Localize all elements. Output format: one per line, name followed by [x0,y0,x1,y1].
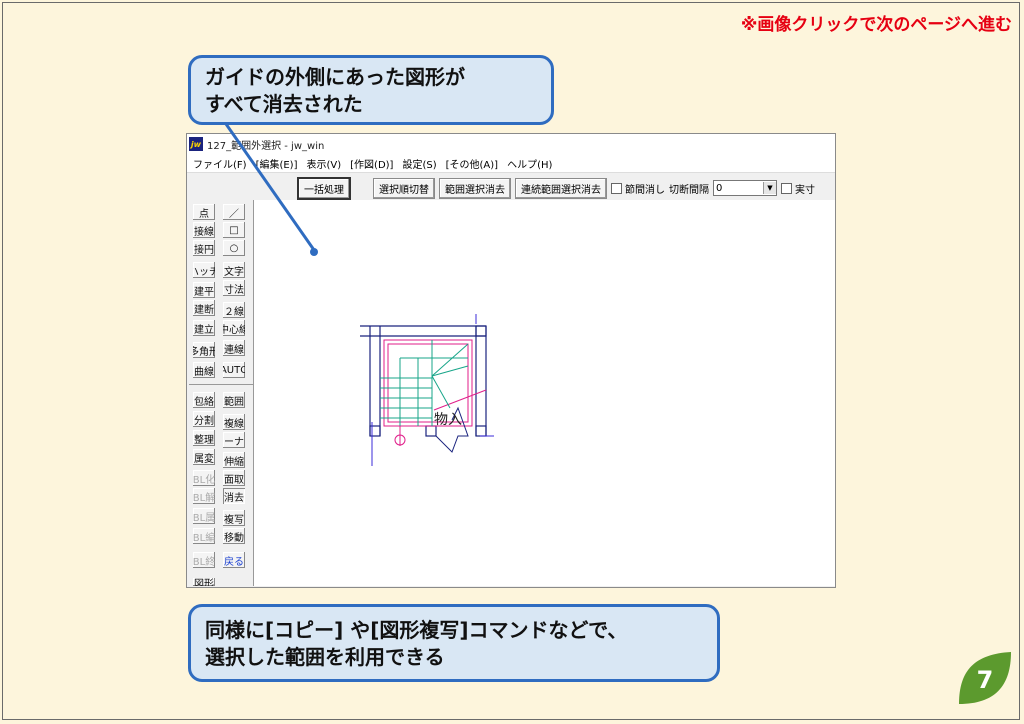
interval-label: 切断間隔 [669,184,709,196]
next-page-note[interactable]: ※画像クリックで次のページへ進む [741,10,1012,35]
toggle-order-button[interactable]: 選択順切替 [373,177,435,199]
tool-tangent-circle[interactable]: 接円 [193,240,215,256]
tool-undo[interactable]: 戻る [223,552,245,568]
tool-connect-line[interactable]: 連線 [223,340,245,356]
menu-settings[interactable]: 設定(S) [402,156,436,171]
tool-chamfer[interactable]: 面取 [223,470,245,486]
leaf-page-number: 7 [959,652,1011,704]
tool-curve[interactable]: 曲線 [193,362,215,378]
tool-corner[interactable]: コーナー [223,432,245,448]
tool-text[interactable]: 文字 [223,262,245,278]
menu-view[interactable]: 表示(V) [307,156,342,171]
tool-sidebar: 点 接線 接円 ハッチ 建平 建断 建立 多角形 曲線 包絡 分割 整理 属変 … [189,204,253,586]
tool-envelope[interactable]: 包絡 [193,392,215,408]
tool-divide[interactable]: 分割 [193,411,215,427]
tool-elevation[interactable]: 建立 [193,320,215,336]
tool-attr-change[interactable]: 属変 [193,449,215,465]
tool-stretch[interactable]: 伸縮 [223,452,245,468]
tool-block-attr[interactable]: BL属 [193,508,215,524]
window-title: 127_範囲外選択 - jw_win [207,140,325,152]
tool-hatch[interactable]: ハッチ [193,262,215,278]
drawing-canvas[interactable]: 物入 [253,200,835,586]
tool-plan[interactable]: 建平 [193,282,215,298]
tool-block-edit[interactable]: BL編 [193,528,215,544]
menu-bar: ファイル(F) [編集(E)] 表示(V) [作図(D)] 設定(S) [その他… [187,154,835,173]
page-number: 7 [977,666,994,694]
chevron-down-icon: ▼ [763,182,776,194]
menu-help[interactable]: ヘルプ(H) [507,156,552,171]
tool-dimension[interactable]: 寸法 [223,280,245,296]
jw-app-icon: jw [189,137,203,151]
tool-range[interactable]: 範囲 [223,392,245,408]
tool-arrange[interactable]: 整理 [193,430,215,446]
delete-toolbar: 一括処理 選択順切替 範囲選択消去 連続範囲選択消去 節間消し 切断間隔 0 ▼ … [187,173,835,203]
tool-delete[interactable]: 消去 [223,488,245,504]
jw-win-window: jw 127_範囲外選択 - jw_win ファイル(F) [編集(E)] 表示… [186,133,836,588]
tool-copy[interactable]: 複写 [223,510,245,526]
tool-block-end[interactable]: BL終 [193,552,215,568]
tool-move[interactable]: 移動 [223,528,245,544]
node-delete-checkbox[interactable]: 節間消し [611,181,665,196]
tool-section[interactable]: 建断 [193,300,215,316]
interval-select[interactable]: 0 ▼ [713,180,777,196]
sidebar-divider [189,384,253,385]
menu-other[interactable]: [その他(A)] [446,156,498,171]
menu-edit[interactable]: [編集(E)] [256,156,298,171]
tool-tangent-line[interactable]: 接線 [193,222,215,238]
callout-top: ガイドの外側にあった図形が すべて消去された [188,55,554,125]
title-bar: jw 127_範囲外選択 - jw_win [187,134,835,154]
floor-plan-drawing: 物入 [360,314,494,466]
actual-size-checkbox[interactable]: 実寸 [781,181,815,196]
callout-bottom: 同様に[コピー] や[図形複写]コマンドなどで、 選択した範囲を利用できる [188,604,720,682]
tool-point[interactable]: 点 [193,204,215,220]
menu-file[interactable]: ファイル(F) [193,156,247,171]
range-delete-button[interactable]: 範囲選択消去 [439,177,511,199]
batch-process-button[interactable]: 一括処理 [297,176,351,200]
tool-auto[interactable]: AUTO [223,362,245,378]
tool-circle[interactable]: ○ [223,240,245,256]
menu-draw[interactable]: [作図(D)] [350,156,393,171]
continuous-range-delete-button[interactable]: 連続範囲選択消去 [515,177,607,199]
tool-polygon[interactable]: 多角形 [193,342,215,358]
tool-line[interactable]: ／ [223,204,245,220]
tool-block-release[interactable]: BL解 [193,488,215,504]
tool-offset[interactable]: 複線 [223,414,245,430]
tool-figure[interactable]: 図形 [193,578,215,586]
room-label-storage: 物入 [434,412,462,428]
tool-block-create[interactable]: BL化 [193,470,215,486]
tool-rectangle[interactable]: □ [223,222,245,238]
tool-center-line[interactable]: 中心線 [223,320,245,336]
tool-double-line[interactable]: ２線 [223,302,245,318]
